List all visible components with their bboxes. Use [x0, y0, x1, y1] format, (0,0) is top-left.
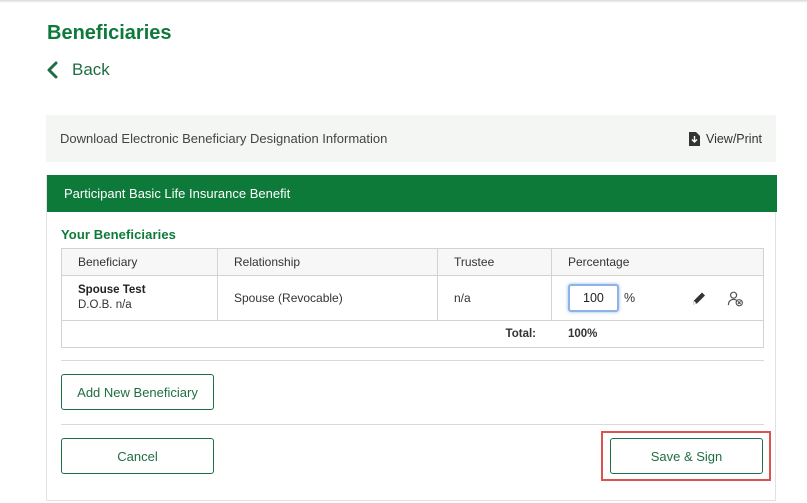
top-shadow [0, 0, 807, 3]
percent-sign: % [624, 291, 636, 305]
beneficiary-dob: D.O.B. n/a [78, 299, 132, 311]
table-row: Spouse Test D.O.B. n/a Spouse (Revocable… [62, 276, 763, 321]
divider [61, 360, 764, 361]
column-header-beneficiary: Beneficiary [62, 249, 218, 275]
chevron-left-icon [47, 61, 58, 79]
column-header-percentage: Percentage [568, 255, 630, 269]
section-title: Your Beneficiaries [61, 227, 176, 242]
table-header-row: Beneficiary Relationship Trustee Percent… [62, 249, 763, 276]
divider [61, 424, 764, 425]
beneficiary-name: Spouse Test [78, 284, 146, 296]
add-beneficiary-button[interactable]: Add New Beneficiary [61, 374, 214, 410]
column-header-relationship: Relationship [218, 249, 438, 275]
download-text: Download Electronic Beneficiary Designat… [60, 131, 388, 146]
trustee-cell: n/a [438, 276, 552, 320]
percentage-input[interactable] [568, 284, 619, 312]
view-print-link[interactable]: View/Print [688, 131, 762, 146]
beneficiaries-table: Beneficiary Relationship Trustee Percent… [61, 248, 764, 348]
download-file-icon [688, 131, 700, 146]
remove-user-icon[interactable] [727, 290, 743, 307]
relationship-cell: Spouse (Revocable) [218, 276, 438, 320]
total-label: Total: [505, 328, 536, 340]
download-bar: Download Electronic Beneficiary Designat… [46, 115, 776, 162]
pencil-icon[interactable] [691, 290, 707, 307]
total-value: 100% [568, 328, 598, 340]
beneficiary-cell: Spouse Test D.O.B. n/a [62, 276, 218, 320]
cancel-button[interactable]: Cancel [61, 438, 214, 474]
view-print-label: View/Print [705, 131, 762, 146]
back-label: Back [72, 60, 110, 79]
table-total-row: Total: 100% [62, 321, 763, 347]
column-header-trustee: Trustee [438, 249, 552, 275]
percentage-cell: % [552, 276, 763, 320]
highlight-annotation-box [601, 431, 771, 481]
page-title: Beneficiaries [47, 22, 172, 44]
back-link[interactable]: Back [45, 60, 110, 80]
card-header: Participant Basic Life Insurance Benefit [47, 175, 777, 212]
